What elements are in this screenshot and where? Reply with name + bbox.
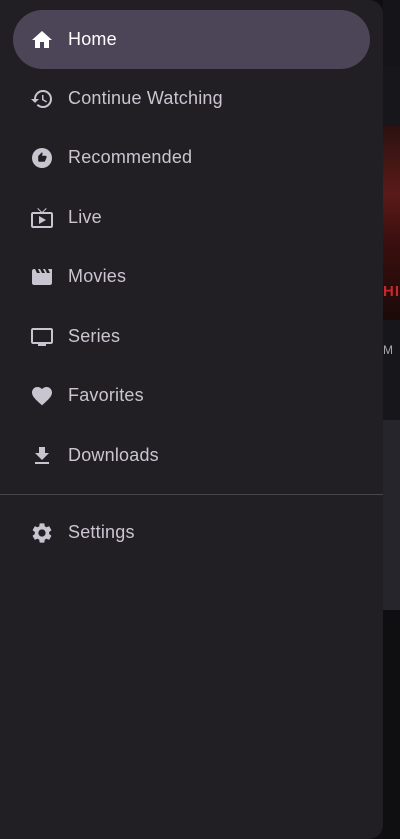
live-tv-icon	[30, 206, 54, 230]
nav-item-label: Movies	[68, 266, 127, 286]
nav-item-label: Continue Watching	[68, 88, 223, 108]
nav-item-label: Favorites	[68, 385, 144, 405]
gear-icon	[30, 521, 54, 545]
heart-icon	[30, 384, 54, 408]
nav-item-label: Settings	[68, 522, 135, 542]
tv-icon	[30, 325, 54, 349]
nav-item-recommended[interactable]: Recommended	[13, 128, 370, 187]
nav-item-label: Home	[68, 29, 117, 49]
home-icon	[30, 28, 54, 52]
navigation-drawer: Home Continue Watching Recommended Live …	[0, 0, 383, 839]
nav-item-label: Series	[68, 326, 121, 346]
nav-divider	[0, 494, 383, 495]
nav-item-home[interactable]: Home	[13, 10, 370, 69]
content-header-strip	[383, 0, 400, 66]
history-icon	[30, 87, 54, 111]
nav-item-label: Downloads	[68, 445, 159, 465]
poster-title-text: HIC	[383, 283, 400, 300]
content-meta-text: M	[383, 343, 393, 357]
content-card-secondary[interactable]	[383, 420, 400, 610]
nav-item-downloads[interactable]: Downloads	[13, 426, 370, 485]
movie-icon	[30, 265, 54, 289]
nav-item-series[interactable]: Series	[13, 307, 370, 366]
nav-item-continue-watching[interactable]: Continue Watching	[13, 69, 370, 128]
nav-item-movies[interactable]: Movies	[13, 247, 370, 306]
nav-item-label: Live	[68, 207, 102, 227]
nav-item-settings[interactable]: Settings	[13, 503, 370, 562]
nav-item-favorites[interactable]: Favorites	[13, 366, 370, 425]
thumb-up-icon	[30, 146, 54, 170]
download-icon	[30, 444, 54, 468]
nav-item-live[interactable]: Live	[13, 188, 370, 247]
nav-item-label: Recommended	[68, 147, 193, 167]
